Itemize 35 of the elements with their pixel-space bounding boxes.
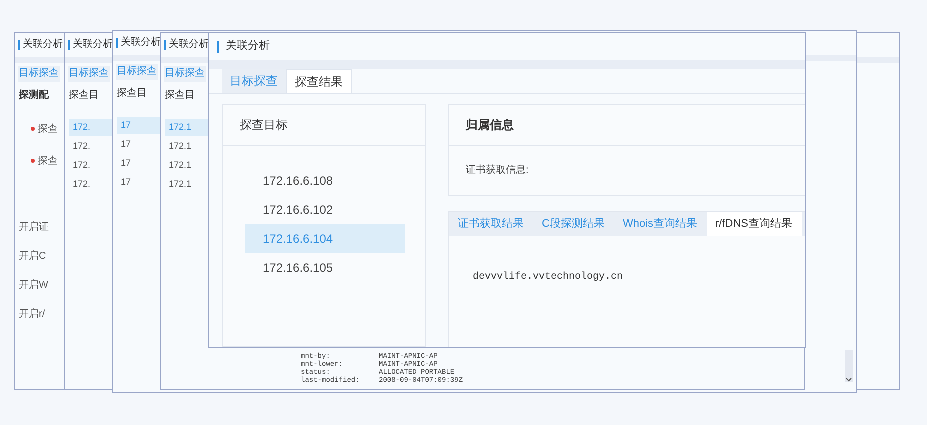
target-item[interactable]: 17: [117, 155, 161, 172]
field-label: 探查: [31, 125, 58, 135]
window-title: 关联分析: [226, 38, 270, 54]
window-title: 关联分析: [169, 40, 209, 50]
switch-label: 开启W: [19, 281, 48, 291]
target-item[interactable]: 17: [117, 174, 161, 191]
target-item[interactable]: 172.: [69, 138, 113, 155]
section-title: 探测配: [19, 91, 49, 101]
cert-label: 证书获取信息:: [466, 164, 529, 178]
section-title: 探查目: [69, 91, 99, 101]
tab[interactable]: r/fDNS查询结果: [706, 212, 802, 236]
section-title: 探查目: [117, 89, 147, 99]
tab[interactable]: 探查结果: [286, 69, 352, 93]
window-title: 关联分析: [73, 40, 113, 50]
panel-title: 归属信息: [466, 117, 514, 134]
window-title: 关联分析: [23, 40, 63, 50]
panel-title: 探查目标: [240, 117, 288, 134]
switch-label: 开启r/: [19, 310, 46, 320]
target-item[interactable]: 172.1: [165, 138, 209, 155]
target-item[interactable]: 172.: [69, 176, 113, 193]
scrollbar[interactable]: [845, 350, 853, 382]
result-text: devvvlife.vvtechnology.cn: [473, 272, 624, 283]
switch-label: 开启证: [19, 223, 49, 233]
section-title: 探查目: [165, 91, 195, 101]
target-item[interactable]: 172.16.6.105: [245, 253, 405, 282]
switch-label: 开启C: [19, 252, 46, 262]
chevron-down-icon: [846, 378, 852, 382]
target-item[interactable]: 172.1: [165, 157, 209, 174]
field-label: 探查: [31, 157, 58, 167]
target-item[interactable]: 172.16.6.108: [245, 166, 405, 195]
target-item[interactable]: 172.1: [165, 176, 209, 193]
window-title: 关联分析: [121, 38, 161, 48]
target-item[interactable]: 172.16.6.102: [245, 195, 405, 224]
target-item[interactable]: 17: [117, 136, 161, 153]
target-item[interactable]: 172.: [69, 157, 113, 174]
